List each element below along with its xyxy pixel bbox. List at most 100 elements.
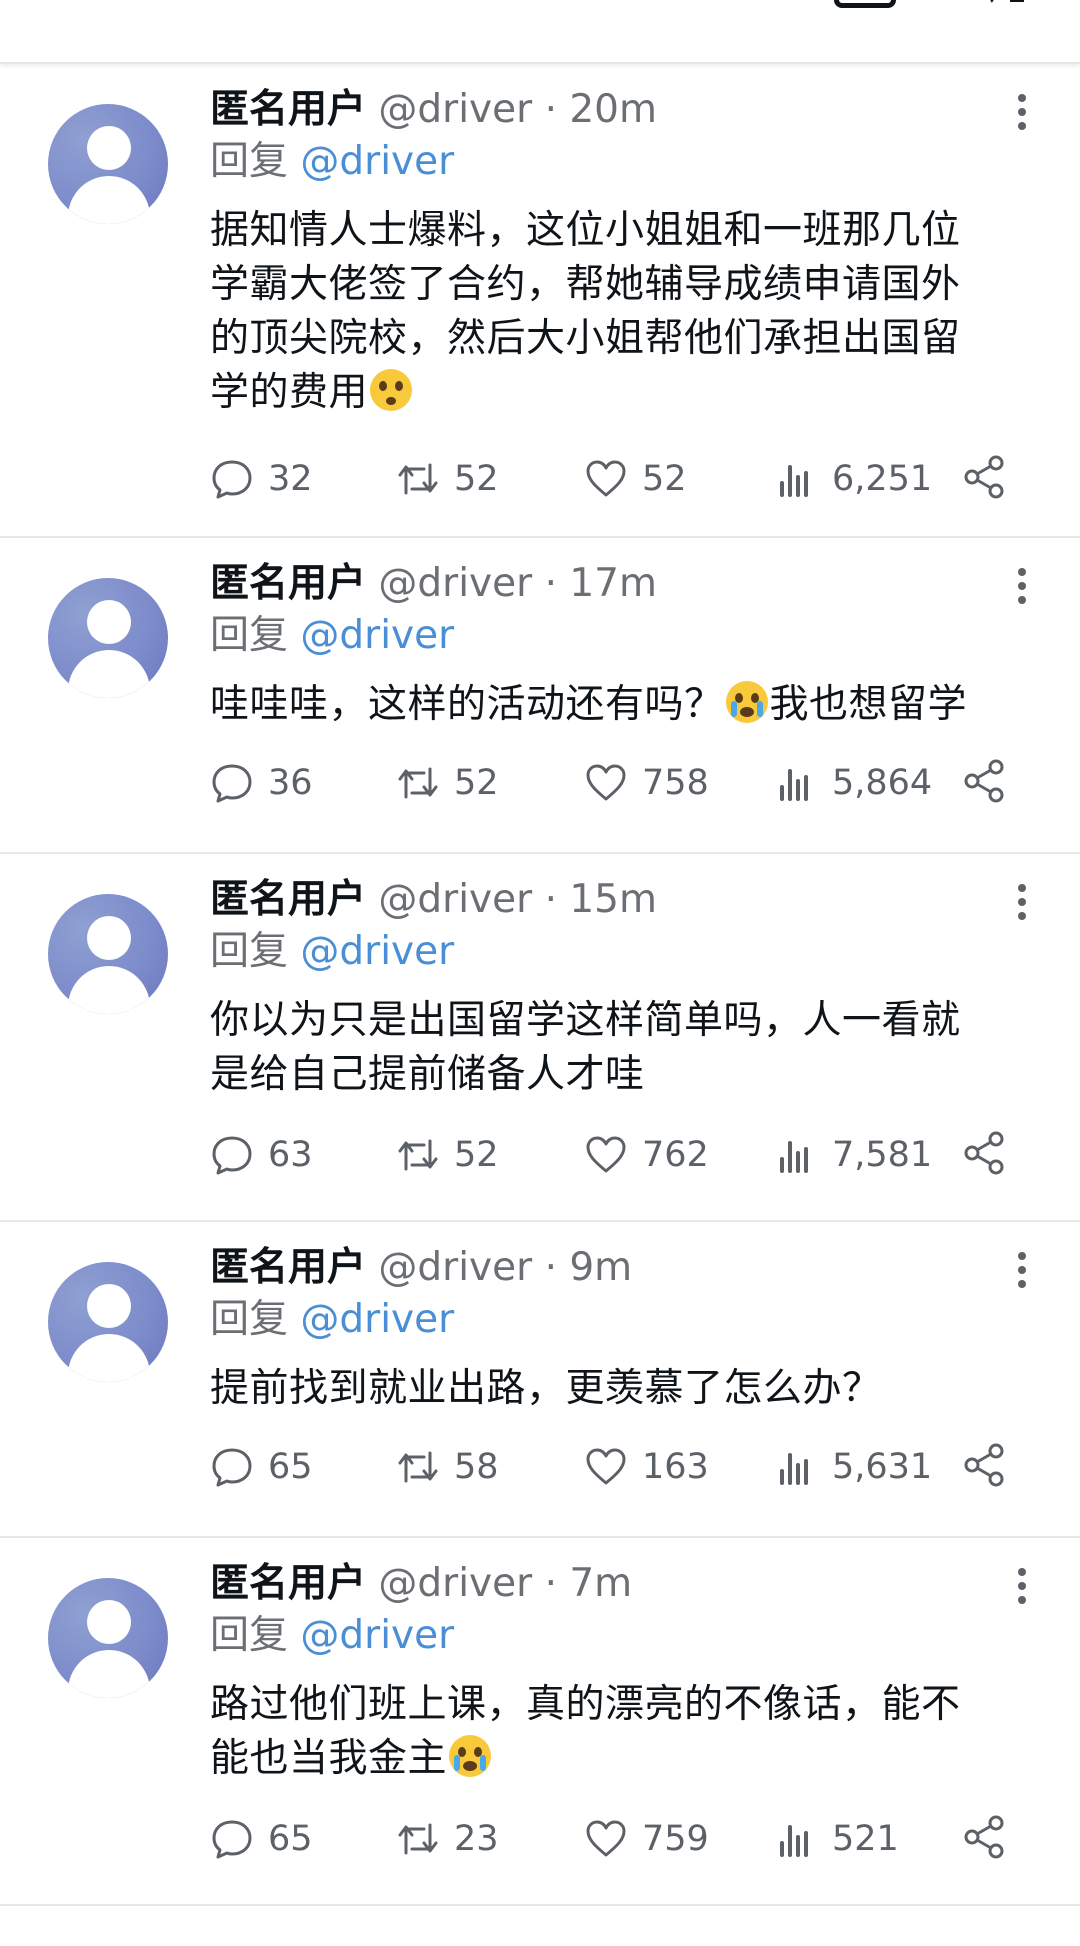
reply-prefix: 回复: [210, 139, 289, 184]
share-icon[interactable]: [962, 1442, 1008, 1488]
like-button[interactable]: 163: [584, 1442, 709, 1492]
views-button[interactable]: 5,864: [774, 758, 932, 808]
reply-count: 63: [268, 1135, 313, 1175]
heart-icon: [586, 764, 626, 801]
mention-link[interactable]: @driver: [300, 1613, 454, 1658]
like-button[interactable]: 52: [584, 454, 687, 504]
views-button[interactable]: 521: [774, 1814, 899, 1864]
post-header: 匿名用户 @driver · 7m: [210, 1561, 633, 1606]
avatar[interactable]: [48, 894, 168, 1014]
reply-button[interactable]: 65: [210, 1442, 313, 1492]
post-header: 匿名用户 @driver · 15m: [210, 877, 657, 922]
reply-post[interactable]: 匿名用户 @driver · 9m 回复 @driver 提前找到就业出路，更羡…: [0, 1222, 1080, 1538]
mention-link[interactable]: @driver: [300, 1297, 454, 1342]
retweet-icon: [398, 1139, 438, 1171]
back-arrow-icon[interactable]: [52, 0, 88, 10]
avatar[interactable]: [48, 104, 168, 224]
views-button[interactable]: 6,251: [774, 454, 932, 504]
retweet-button[interactable]: 52: [396, 758, 499, 808]
text-line: 的顶尖院校，然后大小姐帮他们承担出国留: [210, 316, 961, 361]
retweet-button[interactable]: 52: [396, 454, 499, 504]
filter-icon[interactable]: [976, 0, 1026, 8]
post-header: 匿名用户 @driver · 17m: [210, 561, 657, 606]
display-name[interactable]: 匿名用户: [210, 877, 366, 922]
text-line: 学的费用: [210, 370, 369, 415]
heart-icon: [586, 460, 626, 497]
reply-post[interactable]: 匿名用户 @driver · 7m 回复 @driver 路过他们班上课，真的漂…: [0, 1538, 1080, 1906]
like-button[interactable]: 759: [584, 1814, 709, 1864]
share-icon[interactable]: [962, 1814, 1008, 1860]
reply-button[interactable]: 63: [210, 1130, 313, 1180]
retweet-icon: [398, 1451, 438, 1483]
reply-post[interactable]: 匿名用户 @driver · 20m 回复 @driver 据知情人士爆料，这位…: [0, 64, 1080, 538]
reply-prefix: 回复: [210, 929, 289, 974]
timestamp: 15m: [569, 877, 657, 922]
text-line: 学霸大佬签了合约，帮她辅导成绩申请国外: [210, 262, 961, 307]
mention-link[interactable]: @driver: [300, 139, 454, 184]
retweet-count: 52: [454, 459, 499, 499]
like-count: 759: [642, 1819, 709, 1859]
crying-face-icon: [449, 1735, 492, 1777]
heart-icon: [586, 1820, 626, 1857]
views-chart-icon: [780, 465, 808, 497]
share-icon[interactable]: [962, 454, 1008, 500]
views-chart-icon: [780, 1453, 808, 1485]
retweet-button[interactable]: 23: [396, 1814, 499, 1864]
replying-to: 回复 @driver: [210, 138, 1020, 186]
display-name[interactable]: 匿名用户: [210, 87, 366, 132]
reply-prefix: 回复: [210, 613, 289, 658]
reply-post[interactable]: 匿名用户 @driver · 17m 回复 @driver 哇哇哇，这样的活动还…: [0, 538, 1080, 854]
views-chart-icon: [780, 1825, 808, 1857]
crying-face-icon: [725, 681, 768, 723]
share-icon[interactable]: [962, 1130, 1008, 1176]
reply-prefix: 回复: [210, 1613, 289, 1658]
reply-count: 32: [268, 459, 313, 499]
text-line: 是给自己提前储备人才哇: [210, 1052, 645, 1097]
heart-icon: [586, 1136, 626, 1173]
avatar[interactable]: [48, 1578, 168, 1698]
view-toggle-icon[interactable]: [834, 0, 896, 8]
handle[interactable]: @driver: [378, 87, 532, 132]
view-count: 5,864: [832, 763, 933, 803]
reply-post[interactable]: 匿名用户 @driver · 15m 回复 @driver 你以为只是出国留学这…: [0, 854, 1080, 1222]
like-button[interactable]: 758: [584, 758, 709, 808]
retweet-button[interactable]: 58: [396, 1442, 499, 1492]
handle[interactable]: @driver: [378, 561, 532, 606]
avatar[interactable]: [48, 1262, 168, 1382]
post-text: 路过他们班上课，真的漂亮的不像话，能不 能也当我金主: [210, 1678, 1020, 1786]
reply-count: 65: [268, 1819, 313, 1859]
handle[interactable]: @driver: [378, 877, 532, 922]
retweet-button[interactable]: 52: [396, 1130, 499, 1180]
heart-icon: [586, 1448, 626, 1485]
text-line: 路过他们班上课，真的漂亮的不像话，能不: [210, 1682, 961, 1727]
display-name[interactable]: 匿名用户: [210, 1561, 366, 1606]
avatar[interactable]: [48, 578, 168, 698]
reply-button[interactable]: 32: [210, 454, 313, 504]
post-text: 你以为只是出国留学这样简单吗，人一看就 是给自己提前储备人才哇: [210, 994, 1020, 1102]
retweet-count: 52: [454, 1135, 499, 1175]
like-button[interactable]: 762: [584, 1130, 709, 1180]
views-button[interactable]: 5,631: [774, 1442, 932, 1492]
views-button[interactable]: 7,581: [774, 1130, 932, 1180]
text-segment: 我也想留学: [769, 682, 968, 727]
replying-to: 回复 @driver: [210, 1296, 1020, 1344]
mention-link[interactable]: @driver: [300, 929, 454, 974]
view-count: 5,631: [832, 1447, 933, 1487]
post-text: 据知情人士爆料，这位小姐姐和一班那几位 学霸大佬签了合约，帮她辅导成绩申请国外 …: [210, 204, 1020, 420]
display-name[interactable]: 匿名用户: [210, 1245, 366, 1290]
reply-button[interactable]: 65: [210, 1814, 313, 1864]
handle[interactable]: @driver: [378, 1561, 532, 1606]
text-line: 能也当我金主: [210, 1736, 448, 1781]
display-name[interactable]: 匿名用户: [210, 561, 366, 606]
text-line: 据知情人士爆料，这位小姐姐和一班那几位: [210, 208, 961, 253]
reply-button[interactable]: 36: [210, 758, 313, 808]
post-header: 匿名用户 @driver · 20m: [210, 87, 657, 132]
text-line: 你以为只是出国留学这样简单吗，人一看就: [210, 998, 961, 1043]
comment-icon: [212, 764, 252, 803]
handle[interactable]: @driver: [378, 1245, 532, 1290]
mention-link[interactable]: @driver: [300, 613, 454, 658]
retweet-count: 58: [454, 1447, 499, 1487]
comment-icon: [212, 1448, 252, 1487]
share-icon[interactable]: [962, 758, 1008, 804]
reply-count: 36: [268, 763, 313, 803]
